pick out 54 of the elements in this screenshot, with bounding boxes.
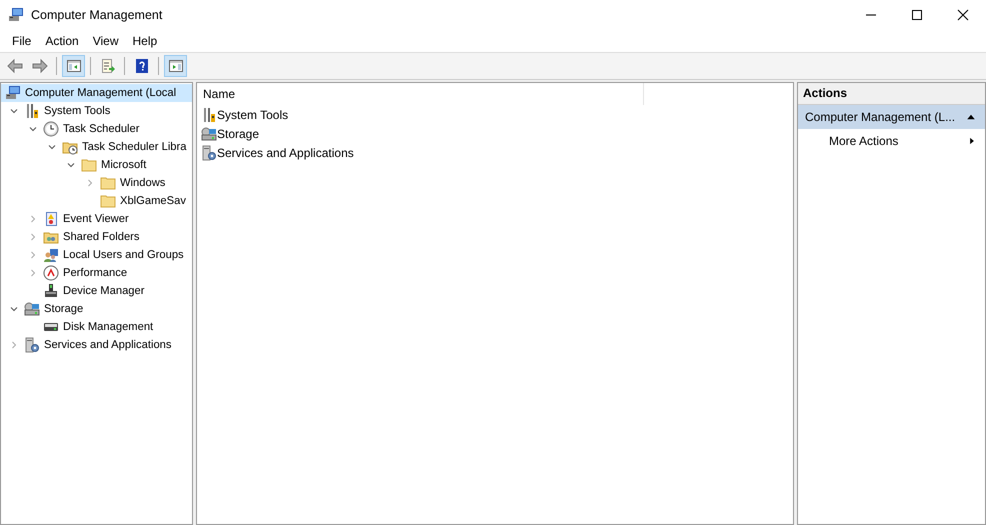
gear-icon	[24, 337, 40, 353]
action-link[interactable]: More Actions	[829, 134, 898, 148]
gear-icon	[201, 144, 217, 160]
computer-icon	[8, 7, 24, 23]
tree-item[interactable]: Task Scheduler Libra	[1, 138, 192, 156]
tree-item[interactable]: Shared Folders	[1, 228, 192, 246]
tree-item[interactable]: Device Manager	[1, 282, 192, 300]
maximize-icon[interactable]	[909, 7, 925, 23]
window-title: Computer Management	[31, 8, 162, 22]
tree-item[interactable]: Task Scheduler	[1, 120, 192, 138]
tree-item[interactable]: Event Viewer	[1, 210, 192, 228]
menu-item[interactable]: View	[86, 34, 126, 48]
tree-item[interactable]: Storage	[1, 300, 192, 318]
actions-header: Actions	[798, 83, 985, 105]
tree-item[interactable]: Computer Management (Local	[1, 84, 192, 102]
tools-icon	[201, 106, 217, 122]
tree-item[interactable]: Local Users and Groups	[1, 246, 192, 264]
tree-item[interactable]: Performance	[1, 264, 192, 282]
storage-icon	[201, 126, 217, 142]
list-item[interactable]: Storage	[217, 126, 260, 140]
close-icon[interactable]	[955, 7, 971, 23]
back-arrow-icon	[6, 58, 22, 74]
action-group-header[interactable]: Computer Management (L...	[798, 105, 985, 129]
menu-item[interactable]: Action	[38, 34, 86, 48]
log-icon	[43, 211, 59, 227]
folder-icon	[81, 157, 97, 173]
device-icon	[43, 283, 59, 299]
gauge-icon	[43, 265, 59, 281]
list-item[interactable]: System Tools	[217, 108, 288, 122]
pane-toggle-icon	[168, 58, 184, 74]
tree-item[interactable]: System Tools	[1, 102, 192, 120]
action-group-title: Computer Management (L...	[805, 110, 956, 124]
tree-item[interactable]: Disk Management	[1, 318, 192, 336]
computer-icon	[5, 85, 21, 101]
pane-toggle-icon	[66, 58, 82, 74]
tree-item[interactable]: XblGameSav	[1, 192, 192, 210]
toolbar-button[interactable]	[164, 55, 187, 77]
column-header[interactable]: Name	[197, 83, 644, 105]
tree-item[interactable]: Windows	[1, 174, 192, 192]
users-icon	[43, 247, 59, 263]
menu-item[interactable]: File	[5, 34, 38, 48]
clock-icon	[43, 121, 59, 137]
forward-arrow-icon	[32, 58, 48, 74]
folder-icon	[100, 193, 116, 209]
tree-item[interactable]: Services and Applications	[1, 336, 192, 354]
export-list-icon	[100, 58, 116, 74]
list-item[interactable]: Services and Applications	[217, 146, 354, 160]
tools-icon	[24, 103, 40, 119]
help-icon	[134, 58, 150, 74]
menu-item[interactable]: Help	[126, 34, 164, 48]
folder-icon	[100, 175, 116, 191]
tree-item[interactable]: Microsoft	[1, 156, 192, 174]
toolbar-button[interactable]	[62, 55, 85, 77]
storage-icon	[24, 301, 40, 317]
